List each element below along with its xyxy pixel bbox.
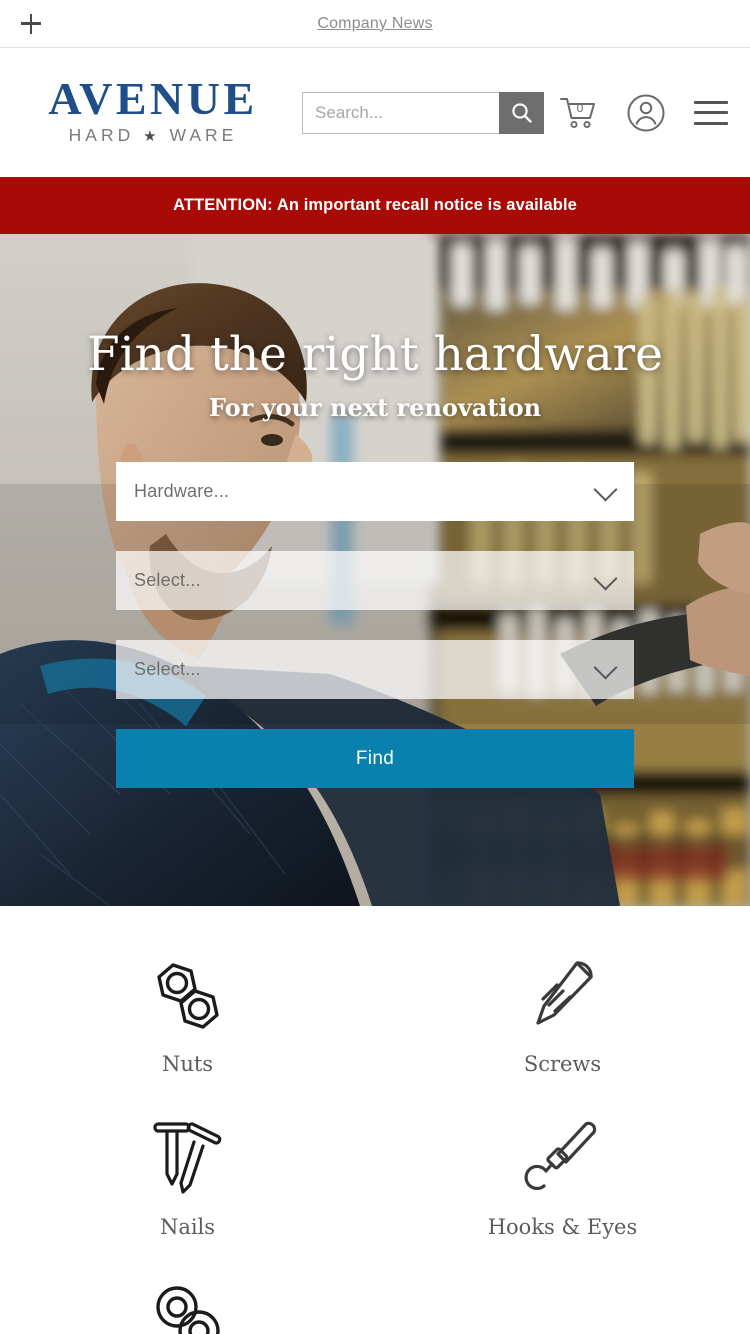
account-icon xyxy=(627,94,665,131)
nuts-icon xyxy=(147,954,229,1034)
header-icon-group: 0 xyxy=(558,93,728,133)
search-bar xyxy=(302,91,544,134)
search-icon xyxy=(511,102,532,123)
account-button[interactable] xyxy=(626,93,666,133)
category-item-nails[interactable]: Nails xyxy=(0,1117,375,1280)
find-button[interactable]: Find xyxy=(116,729,634,789)
category-label: Screws xyxy=(523,1052,602,1076)
category-label: Nuts xyxy=(161,1052,214,1076)
category-item-hooks-eyes[interactable]: Hooks & Eyes xyxy=(375,1117,750,1280)
hamburger-bar xyxy=(694,111,728,114)
hero-title: Find the right hardware xyxy=(87,327,663,382)
hook-icon xyxy=(522,1117,604,1197)
cart-button[interactable]: 0 xyxy=(558,95,598,131)
star-icon: ★ xyxy=(143,128,161,146)
chevron-down-icon xyxy=(593,566,618,591)
site-logo[interactable]: AVENUE HARD ★ WARE xyxy=(28,76,278,149)
hardware-type-select-label: Hardware... xyxy=(134,481,230,502)
hamburger-bar xyxy=(694,121,728,125)
logo-tagline-right: WARE xyxy=(169,125,238,146)
screw-icon xyxy=(522,954,604,1034)
category-item-washers[interactable] xyxy=(0,1280,375,1334)
hardware-type-select[interactable]: Hardware... xyxy=(116,462,634,522)
category-grid: Nuts Screws Nails Hooks & Eyes xyxy=(0,906,750,1334)
plus-icon[interactable] xyxy=(18,11,44,37)
cart-count: 0 xyxy=(577,101,584,115)
category-label: Nails xyxy=(159,1215,216,1239)
hardware-finder-form: Hardware... Select... Select... Find xyxy=(116,462,634,789)
category-item-nuts[interactable]: Nuts xyxy=(0,954,375,1117)
recall-notice-text: ATTENTION: An important recall notice is… xyxy=(173,196,577,214)
hamburger-menu-button[interactable] xyxy=(694,100,728,125)
site-header: AVENUE HARD ★ WARE 0 xyxy=(0,48,750,177)
tertiary-select-label: Select... xyxy=(134,659,201,680)
logo-tagline: HARD ★ WARE xyxy=(28,122,278,149)
utility-bar: Company News xyxy=(0,0,750,48)
logo-wordmark: AVENUE xyxy=(48,73,258,125)
logo-tagline-left: HARD xyxy=(68,125,135,146)
hero-subtitle: For your next renovation xyxy=(208,393,542,423)
search-button[interactable] xyxy=(499,91,544,134)
secondary-select-label: Select... xyxy=(134,570,201,591)
secondary-select[interactable]: Select... xyxy=(116,551,634,611)
category-label: Hooks & Eyes xyxy=(487,1215,638,1239)
hero-content: Find the right hardware For your next re… xyxy=(0,234,750,906)
chevron-down-icon xyxy=(593,655,618,680)
cart-icon: 0 xyxy=(560,97,595,128)
hamburger-bar xyxy=(694,100,728,104)
tertiary-select[interactable]: Select... xyxy=(116,640,634,700)
search-input[interactable] xyxy=(302,91,499,134)
category-item-screws[interactable]: Screws xyxy=(375,954,750,1117)
nails-icon xyxy=(147,1117,229,1197)
hero-section: Find the right hardware For your next re… xyxy=(0,234,750,906)
washers-icon xyxy=(147,1280,229,1334)
company-news-link[interactable]: Company News xyxy=(317,15,432,33)
recall-notice-banner[interactable]: ATTENTION: An important recall notice is… xyxy=(0,177,750,234)
chevron-down-icon xyxy=(593,477,618,502)
